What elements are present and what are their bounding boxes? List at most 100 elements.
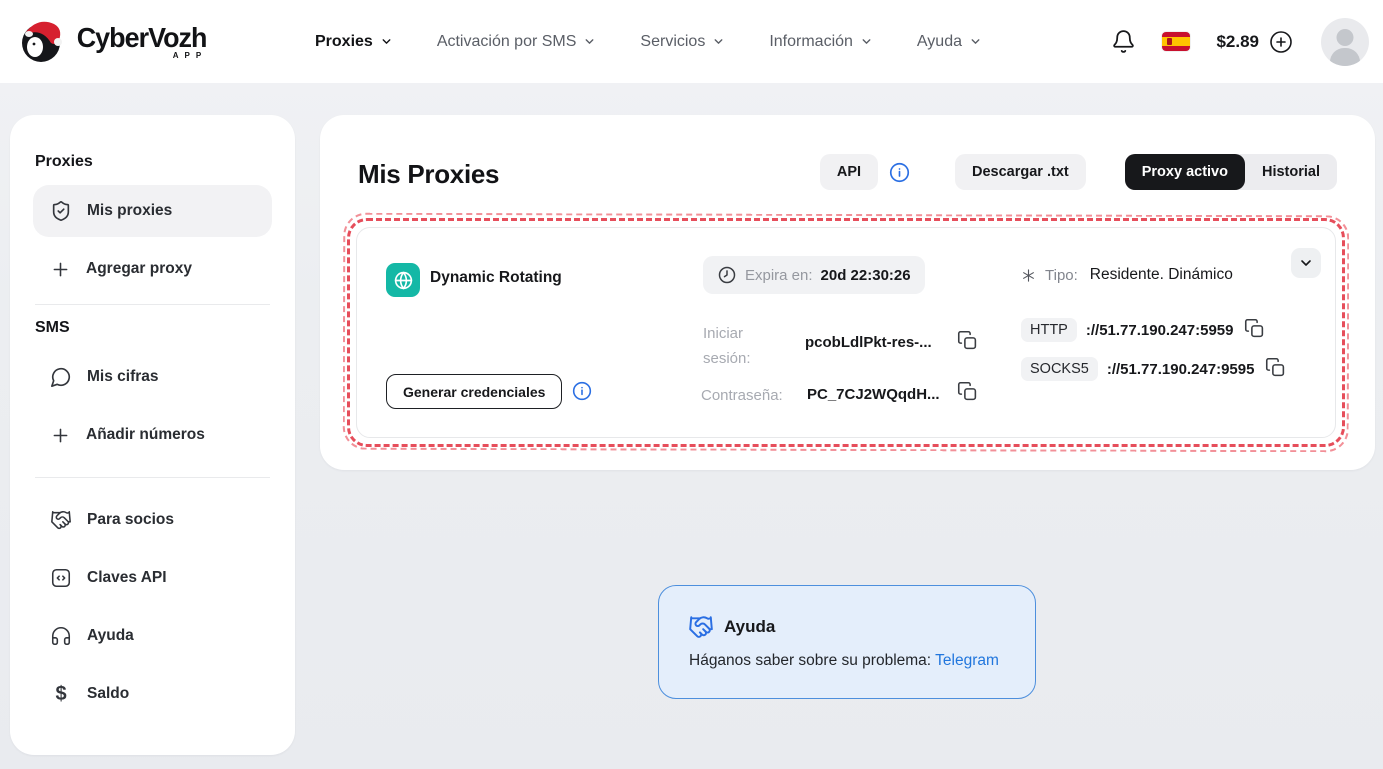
chat-bubble-icon [51,367,71,387]
copy-password-button[interactable] [957,381,978,402]
copy-http-button[interactable] [1244,318,1265,339]
avatar-silhouette [1336,28,1354,46]
page: CyberVozh APP Proxies Activación por SMS… [0,0,1383,769]
sidebar-divider [35,304,270,305]
sidebar-item-ayuda[interactable]: Ayuda [33,610,272,662]
language-flag-spain[interactable] [1162,32,1191,51]
http-endpoint-row: HTTP ://51.77.190.247:5959 [1021,318,1265,342]
nav-information[interactable]: Información [769,33,873,51]
nav-proxies[interactable]: Proxies [315,33,393,51]
user-avatar[interactable] [1321,17,1369,66]
expiry-label: Expira en: [745,266,813,284]
expiry-badge: Expira en: 20d 22:30:26 [703,256,925,294]
chevron-down-icon [585,39,594,44]
nav-services-label: Servicios [640,32,706,50]
dollar-icon: $ [55,682,67,705]
password-value: PC_7CJ2WQqdH... [807,386,940,403]
tab-historial[interactable]: Historial [1245,154,1337,190]
sidebar-divider [35,477,270,478]
notifications-bell-icon[interactable] [1111,29,1136,54]
avatar-silhouette [1330,47,1360,66]
balance-amount[interactable]: $2.89 [1216,32,1259,52]
type-value: Residente. Dinámico [1089,266,1233,283]
plus-icon [53,428,68,442]
highlight-annotation: Dynamic Rotating Expira en: 20d 22:30:26… [347,218,1345,447]
proxy-type-row: Tipo: Residente. Dinámico [1021,266,1233,284]
sidebar-item-claves-api[interactable]: Claves API [33,552,272,604]
asterisk-icon [1023,268,1034,282]
expand-proxy-button[interactable] [1291,248,1321,278]
socks-endpoint-value: ://51.77.190.247:9595 [1106,360,1255,378]
password-label: Contraseña: [701,387,783,404]
plus-icon [53,262,68,276]
chevron-down-icon [1301,260,1311,266]
download-txt-button[interactable]: Descargar .txt [955,154,1086,190]
sidebar-item-label: Claves API [87,569,167,586]
sidebar-item-mis-cifras[interactable]: Mis cifras [33,351,272,403]
login-value: pcobLdlPkt-res-... [805,334,932,351]
panel-actions: API Descargar .txt Proxy activo Historia… [819,154,1337,190]
nav-services[interactable]: Servicios [640,33,725,51]
page-title: Mis Proxies [358,159,500,189]
sidebar-item-para-socios[interactable]: Para socios [33,494,272,546]
top-bar-right: $2.89 [1111,0,1369,83]
headphones-icon [51,627,71,646]
copy-icon [957,330,977,350]
proxy-tabs: Proxy activo Historial [1124,154,1337,190]
brand-name: CyberVozh [76,21,208,53]
copy-socks-button[interactable] [1265,357,1286,378]
sidebar-item-label: Mis proxies [87,202,173,219]
api-info-icon[interactable] [889,162,910,183]
tab-proxy-activo[interactable]: Proxy activo [1124,154,1245,190]
help-text: Háganos saber sobre su problema: Telegra… [689,652,999,670]
sidebar-item-mis-proxies[interactable]: Mis proxies [33,185,272,237]
api-button[interactable]: API [819,154,879,190]
socks-protocol-tag: SOCKS5 [1021,357,1098,381]
copy-icon [1266,357,1285,376]
sidebar: Proxies Mis proxies Agregar proxy SMS Mi… [10,115,295,755]
shield-check-icon [52,201,70,221]
main-nav: Proxies Activación por SMS Servicios Inf… [315,0,982,83]
http-protocol-tag: HTTP [1021,318,1077,342]
nav-sms-activation[interactable]: Activación por SMS [437,33,597,51]
nav-help[interactable]: Ayuda [917,33,982,51]
top-bar: CyberVozh APP Proxies Activación por SMS… [0,0,1383,83]
sidebar-item-label: Agregar proxy [86,260,192,277]
sidebar-item-saldo[interactable]: $ Saldo [33,668,272,720]
generate-credentials-button[interactable]: Generar credenciales [386,374,563,409]
generate-info-icon[interactable] [572,381,592,401]
socks-endpoint-row: SOCKS5 ://51.77.190.247:9595 [1021,357,1286,381]
top-up-balance-icon[interactable] [1269,30,1293,54]
flag-emblem [1167,38,1173,46]
sidebar-item-label: Añadir números [86,426,205,443]
brand-logo[interactable]: CyberVozh APP [18,16,209,66]
chevron-down-icon [862,39,871,44]
proxy-name: Dynamic Rotating [430,269,562,286]
sidebar-heading-sms: SMS [35,319,70,336]
help-title: Ayuda [724,617,776,636]
telegram-link[interactable]: Telegram [935,652,999,669]
sidebar-item-label: Saldo [87,685,130,702]
nav-information-label: Información [769,32,853,50]
help-message: Háganos saber sobre su problema: [689,652,936,669]
login-label: Iniciar sesión: [703,325,751,367]
flag-stripe [1162,46,1191,51]
copy-icon [957,381,977,401]
chevron-down-icon [971,39,980,44]
sidebar-item-label: Ayuda [87,627,134,644]
chevron-down-icon [382,39,391,44]
sidebar-item-label: Para socios [87,511,175,528]
clock-icon [718,266,736,284]
code-square-icon [51,568,71,588]
nav-proxies-label: Proxies [315,32,373,50]
chevron-down-icon [714,39,723,44]
handshake-icon [688,614,714,640]
brand-text: CyberVozh APP [74,21,209,60]
sidebar-item-anadir-numeros[interactable]: Añadir números [33,409,272,461]
copy-login-button[interactable] [957,330,978,351]
nav-help-label: Ayuda [916,32,962,50]
main-panel: Mis Proxies API Descargar .txt Proxy act… [320,115,1375,470]
sidebar-item-label: Mis cifras [87,368,159,385]
help-card: Ayuda Háganos saber sobre su problema: T… [658,585,1036,699]
sidebar-item-agregar-proxy[interactable]: Agregar proxy [33,243,272,295]
